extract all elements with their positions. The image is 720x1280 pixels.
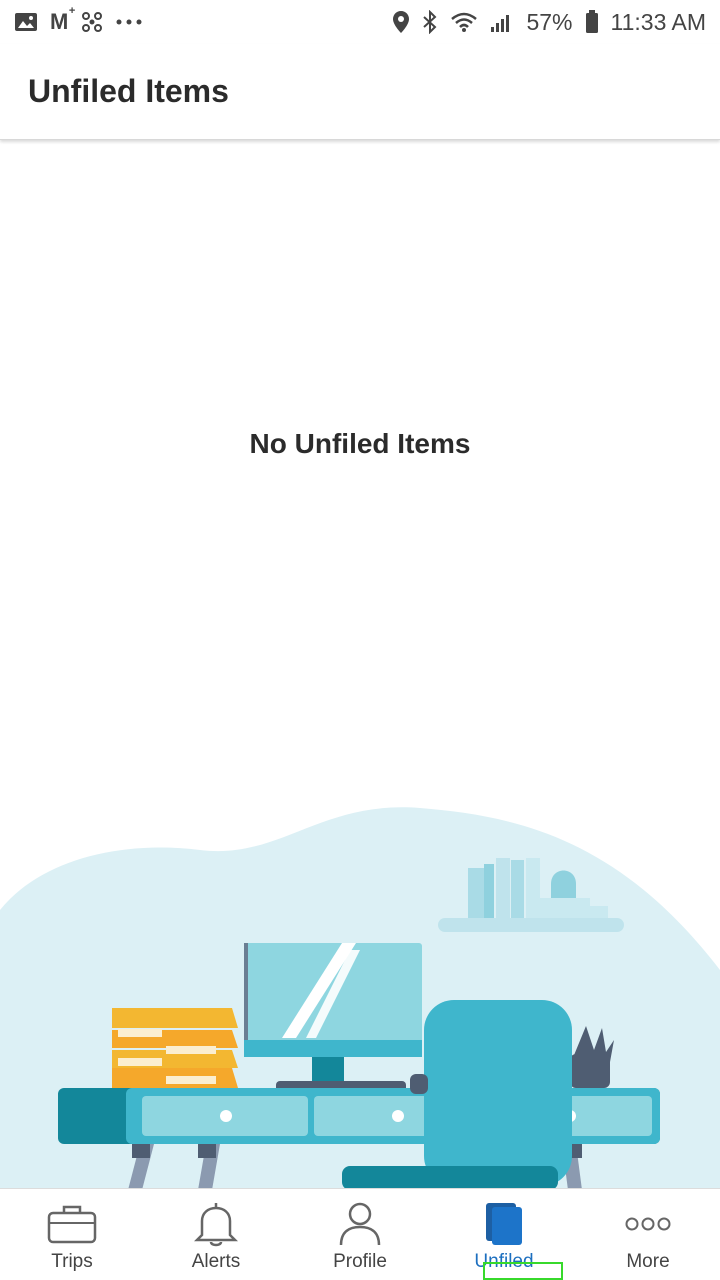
status-bar: M + 57% 11:33 AM xyxy=(0,0,720,44)
bell-icon xyxy=(194,1201,238,1247)
nav-item-profile[interactable]: Profile xyxy=(288,1189,432,1280)
empty-state-message: No Unfiled Items xyxy=(249,428,471,459)
unfiled-icon xyxy=(482,1201,526,1247)
battery-percent: 57% xyxy=(526,8,573,35)
nav-item-more[interactable]: More xyxy=(576,1189,720,1280)
briefcase-icon xyxy=(47,1201,97,1247)
app-header: Unfiled Items xyxy=(0,44,720,140)
wifi-icon xyxy=(450,11,478,33)
more-icon xyxy=(625,1201,671,1247)
signal-icon xyxy=(490,11,514,33)
gmail-icon: M + xyxy=(50,5,76,34)
nav-label-trips: Trips xyxy=(51,1251,93,1272)
status-left: M + xyxy=(14,5,142,35)
battery-icon xyxy=(585,10,599,34)
desk-illustration xyxy=(0,807,720,1190)
location-icon xyxy=(392,10,410,34)
page-title: Unfiled Items xyxy=(28,73,229,109)
nav-item-alerts[interactable]: Alerts xyxy=(144,1189,288,1280)
status-right: 57% 11:33 AM xyxy=(392,9,706,36)
clock: 11:33 AM xyxy=(610,8,706,35)
nav-label-alerts: Alerts xyxy=(191,1251,241,1272)
nav-label-profile: Profile xyxy=(333,1251,387,1272)
more-dots-icon xyxy=(116,18,142,26)
nav-item-trips[interactable]: Trips xyxy=(0,1189,144,1280)
fan-icon xyxy=(80,10,104,34)
bottom-nav: Trips Alerts Profile Unfiled More xyxy=(0,1188,720,1280)
bluetooth-icon xyxy=(422,10,438,34)
nav-label-more: More xyxy=(626,1251,670,1272)
person-icon xyxy=(338,1201,382,1247)
focus-highlight xyxy=(483,1262,563,1280)
image-icon xyxy=(14,11,38,33)
